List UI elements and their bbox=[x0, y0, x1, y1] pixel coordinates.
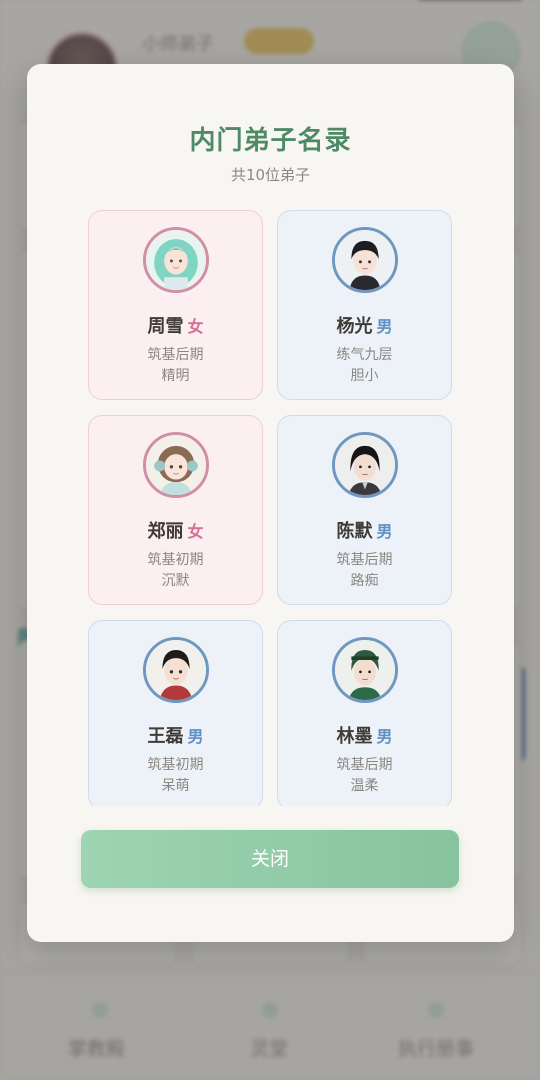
cultivation-realm: 筑基初期 bbox=[147, 757, 204, 773]
cultivation-realm: 练气九层 bbox=[336, 347, 393, 363]
cultivation-realm: 筑基初期 bbox=[147, 552, 204, 568]
disciple-name: 陈默 bbox=[336, 521, 373, 542]
cultivation-realm: 筑基后期 bbox=[336, 552, 393, 568]
modal-subtitle: 共10位弟子 bbox=[230, 166, 311, 184]
disciple-card[interactable]: 陈默男 筑基后期 路痴 bbox=[277, 415, 452, 605]
male-portrait-icon bbox=[332, 637, 398, 703]
personality-trait: 沉默 bbox=[161, 573, 190, 589]
disciple-name: 王磊 bbox=[147, 726, 184, 747]
disciple-card[interactable]: 周雪女 筑基后期 精明 bbox=[88, 210, 263, 400]
disciple-card[interactable]: 王磊男 筑基初期 呆萌 bbox=[88, 620, 263, 806]
close-button[interactable]: 关闭 bbox=[81, 830, 459, 888]
disciple-name: 杨光 bbox=[336, 316, 373, 337]
gender-label: 男 bbox=[376, 317, 393, 336]
personality-trait: 温柔 bbox=[350, 778, 379, 794]
disciple-name: 林墨 bbox=[336, 726, 373, 747]
gender-label: 女 bbox=[187, 522, 204, 541]
gender-label: 女 bbox=[187, 317, 204, 336]
male-portrait-icon bbox=[332, 432, 398, 498]
disciple-card[interactable]: 杨光男 练气九层 胆小 bbox=[277, 210, 452, 400]
female-portrait-icon bbox=[143, 227, 209, 293]
disciple-card[interactable]: 郑丽女 筑基初期 沉默 bbox=[88, 415, 263, 605]
gender-label: 男 bbox=[376, 727, 393, 746]
personality-trait: 胆小 bbox=[350, 368, 379, 384]
modal-title: 内门弟子名录 bbox=[189, 126, 352, 156]
male-portrait-icon bbox=[143, 637, 209, 703]
cultivation-realm: 筑基后期 bbox=[147, 347, 204, 363]
cultivation-realm: 筑基后期 bbox=[336, 757, 393, 773]
gender-label: 男 bbox=[187, 727, 204, 746]
disciple-name: 周雪 bbox=[147, 316, 184, 337]
gender-label: 男 bbox=[376, 522, 393, 541]
personality-trait: 呆萌 bbox=[161, 778, 190, 794]
disciple-grid[interactable]: 周雪女 筑基后期 精明 杨光男 练气九层 胆小 郑丽 女 筑基初期 沉默 陈默 … bbox=[88, 210, 454, 806]
disciple-card[interactable]: 林墨男 筑基后期 温柔 bbox=[277, 620, 452, 806]
disciple-roster-modal: 内门弟子名录 共10位弟子 周雪女 筑基后期 精明 杨光 男 练气九层 胆小 郑… bbox=[27, 64, 514, 942]
female-portrait-icon bbox=[143, 432, 209, 498]
disciple-name: 郑丽 bbox=[147, 521, 184, 542]
male-portrait-icon bbox=[332, 227, 398, 293]
personality-trait: 路痴 bbox=[350, 573, 379, 589]
personality-trait: 精明 bbox=[161, 368, 190, 384]
